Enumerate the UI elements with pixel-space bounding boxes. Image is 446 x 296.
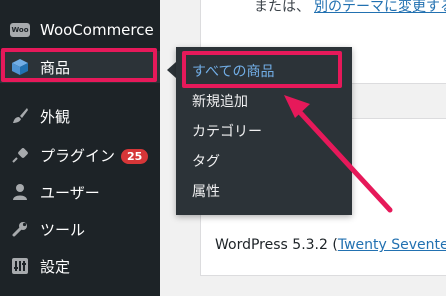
annotation-arrow xyxy=(284,95,393,213)
